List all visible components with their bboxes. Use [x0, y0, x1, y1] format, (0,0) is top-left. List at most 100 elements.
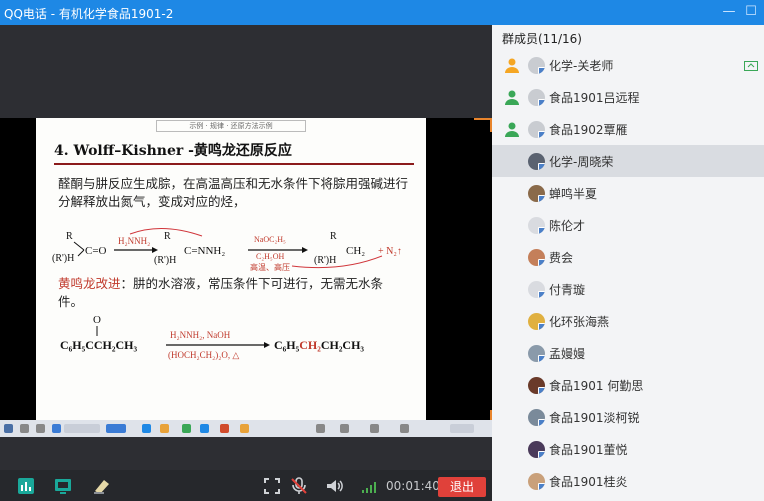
speaker-icon[interactable]	[324, 476, 344, 496]
member-name: 食品1901吕远程	[549, 91, 640, 105]
chart-icon[interactable]	[16, 476, 36, 496]
heading-cn: 黄鸣龙还原反应	[193, 143, 292, 159]
r2-reagent-bottom: (HOCH₂CH₂)₂O, △	[168, 350, 239, 360]
screen-corner-marker	[474, 118, 492, 132]
member-count-header: 群成员(11/16)	[502, 32, 582, 46]
avatar	[528, 345, 545, 362]
avatar	[528, 441, 545, 458]
video-area: 示例 · 规律 · 还原方法示例 4. Wolff–Kishner -黄鸣龙还原…	[0, 25, 492, 470]
r1-reactant-rh: (R')H	[52, 253, 74, 264]
r2-reactant: C₆H₅CCH₂CH₃	[60, 338, 137, 352]
svg-text:C₆H₅CH₂CH₂CH₃: C₆H₅CH₂CH₂CH₃	[274, 338, 364, 352]
r1-reagent2-bottom: C₂H₅OH	[256, 252, 284, 261]
r1-product-mid: C=NNH₂	[184, 245, 225, 257]
r2-product-post: CH₂CH₃	[321, 338, 365, 352]
r1-condition: 高温、高压	[250, 262, 290, 271]
microphone-muted-icon[interactable]	[289, 476, 309, 496]
device-icon	[538, 195, 545, 202]
signal-icon	[362, 482, 376, 493]
avatar	[528, 57, 545, 74]
member-item[interactable]: 蝉鸣半夏	[492, 177, 764, 209]
device-icon	[538, 419, 545, 426]
maximize-icon[interactable]: ☐	[742, 3, 760, 21]
member-name: 食品1902覃雁	[549, 123, 628, 137]
avatar	[528, 121, 545, 138]
device-icon	[538, 99, 545, 106]
exit-button[interactable]: 退出	[438, 477, 486, 497]
member-item[interactable]: 食品1901吕远程	[492, 81, 764, 113]
slide-heading: 4. Wolff–Kishner -黄鸣龙还原反应	[54, 140, 292, 160]
member-name: 食品1901淡柯锐	[549, 411, 640, 425]
member-name: 化学-周晓荣	[549, 155, 614, 169]
member-name: 陈伦才	[549, 219, 586, 233]
r1-reagent2-top: NaOC₂H₅	[254, 235, 286, 244]
member-name: 化环张海燕	[549, 315, 610, 329]
window-title: QQ电话 - 有机化学食品1901-2	[4, 7, 174, 21]
para2-highlight: 黄鸣龙改进	[58, 276, 121, 291]
member-item[interactable]: 化学-周晓荣	[492, 145, 764, 177]
member-name: 孟嫚嫚	[549, 347, 586, 361]
screen-share-icon[interactable]	[53, 476, 73, 496]
r2-oxygen: O	[93, 314, 101, 326]
r2-product-pre: C₆H₅	[274, 338, 300, 352]
r2-product-red: CH₂	[299, 338, 321, 352]
member-item[interactable]: 食品1901淡柯锐	[492, 401, 764, 433]
avatar	[528, 281, 545, 298]
device-icon	[538, 451, 545, 458]
avatar	[528, 89, 545, 106]
owner-role-icon	[505, 58, 519, 73]
member-item[interactable]: 化环张海燕	[492, 305, 764, 337]
device-icon	[538, 67, 545, 74]
avatar	[528, 153, 545, 170]
device-icon	[538, 387, 545, 394]
admin-role-icon	[505, 122, 519, 137]
member-item[interactable]: 化学-关老师	[492, 49, 764, 81]
member-item[interactable]: 食品1901 何勤思	[492, 369, 764, 401]
member-name: 食品1901董悦	[549, 443, 628, 457]
member-item[interactable]: 陈伦才	[492, 209, 764, 241]
device-icon	[538, 163, 545, 170]
r1-end-rh: (R')H	[314, 255, 336, 266]
whiteboard-icon[interactable]	[92, 476, 112, 496]
svg-text:C=O: C=O	[85, 245, 107, 257]
title-bar: QQ电话 - 有机化学食品1901-2 — ☐	[0, 0, 764, 25]
heading-rule	[54, 163, 414, 165]
fullscreen-icon[interactable]	[262, 476, 282, 496]
avatar	[528, 249, 545, 266]
member-name: 化学-关老师	[549, 59, 614, 73]
minimize-icon[interactable]: —	[720, 3, 738, 21]
avatar	[528, 409, 545, 426]
r1-reactant-r: R	[66, 231, 73, 242]
member-item[interactable]: 食品1901董悦	[492, 433, 764, 465]
admin-role-icon	[505, 90, 519, 105]
member-item[interactable]: 付青璇	[492, 273, 764, 305]
device-icon	[538, 227, 545, 234]
r1-byproduct: + N₂↑	[378, 246, 402, 257]
slide-paragraph-1: 醛酮与肼反应生成腙，在高温高压和无水条件下将腙用强碱进行分解释放出氮气，变成对应…	[58, 176, 409, 209]
member-item[interactable]: 孟嫚嫚	[492, 337, 764, 369]
device-icon	[538, 323, 545, 330]
presentation-slide: 示例 · 规律 · 还原方法示例 4. Wolff–Kishner -黄鸣龙还原…	[36, 118, 426, 420]
device-icon	[538, 291, 545, 298]
avatar	[528, 313, 545, 330]
slide-paragraph-2: 黄鸣龙改进：肼的水溶液，常压条件下可进行，无需无水条件。	[58, 275, 403, 311]
member-item[interactable]: 食品1902覃雁	[492, 113, 764, 145]
avatar	[528, 185, 545, 202]
member-item[interactable]: 费会	[492, 241, 764, 273]
member-name: 食品1901桂炎	[549, 475, 628, 489]
call-toolbar: 00:01:40 退出	[0, 470, 492, 501]
device-icon	[538, 131, 545, 138]
slide-header-strip: 示例 · 规律 · 还原方法示例	[156, 120, 306, 132]
member-name: 付青璇	[549, 283, 586, 297]
member-name: 蝉鸣半夏	[549, 187, 598, 201]
r1-mid-rh: (R')H	[154, 255, 176, 266]
member-name: 食品1901 何勤思	[549, 379, 644, 393]
member-panel: 群成员(11/16) 化学-关老师食品1901吕远程 食品1902覃雁 化学-周晓荣…	[492, 25, 764, 501]
r1-mid-r: R	[164, 231, 171, 242]
member-item[interactable]: 食品1901桂炎	[492, 465, 764, 497]
avatar	[528, 473, 545, 490]
call-timer: 00:01:40	[386, 479, 440, 493]
avatar	[528, 377, 545, 394]
shared-screen-taskbar	[0, 420, 492, 437]
r2-reagent-top: H₂NNH₂, NaOH	[170, 330, 231, 340]
